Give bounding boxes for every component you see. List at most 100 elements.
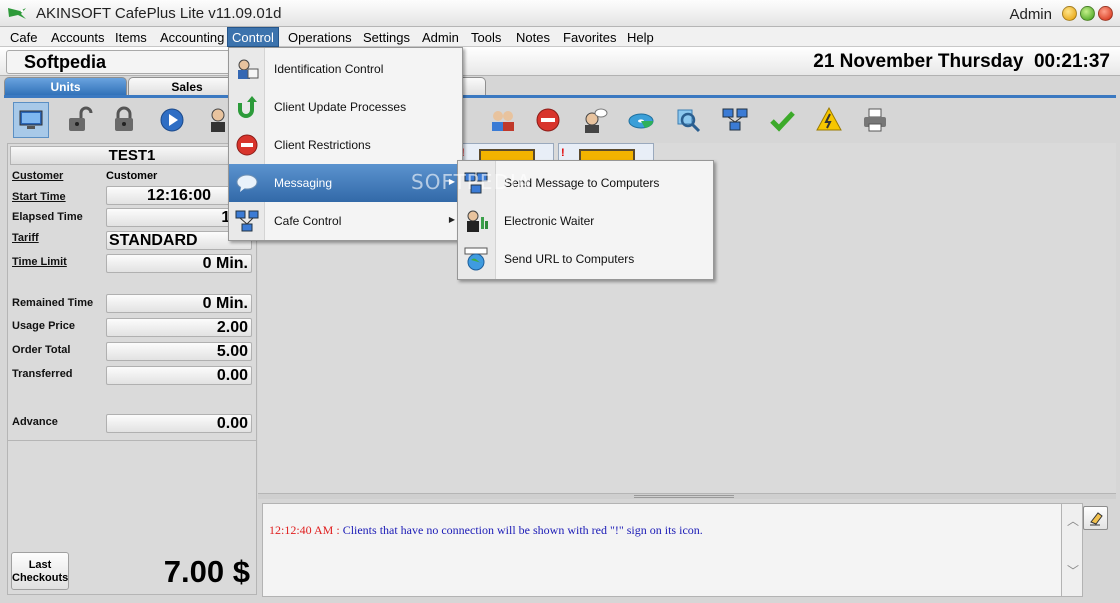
- transferred-value: 0.00: [106, 366, 252, 385]
- menu-item-identification-control[interactable]: Identification Control: [229, 50, 462, 88]
- menu-tools[interactable]: Tools: [467, 29, 505, 46]
- usage-price-label: Usage Price: [12, 320, 75, 332]
- menu-control[interactable]: Control: [227, 27, 279, 47]
- toolbar: [4, 98, 1116, 144]
- order-total-label: Order Total: [12, 344, 71, 356]
- elapsed-time-label: Elapsed Time: [12, 211, 83, 223]
- customer-label[interactable]: Customer: [12, 170, 63, 182]
- panel-divider: [8, 440, 256, 441]
- toolbar-unlock-button[interactable]: [61, 102, 97, 138]
- panel-splitter[interactable]: [258, 493, 1116, 499]
- eraser-icon: [1089, 512, 1103, 526]
- menu-item-client-update[interactable]: Client Update Processes: [229, 88, 462, 126]
- toolbar-power-button[interactable]: [811, 102, 847, 138]
- menu-item-label: Identification Control: [274, 62, 384, 76]
- log-clear-button[interactable]: [1083, 506, 1108, 530]
- menu-bar: Cafe Accounts Items Accounting Control O…: [0, 27, 1120, 47]
- minimize-button[interactable]: [1062, 6, 1077, 21]
- no-connection-mark: !: [561, 147, 565, 159]
- log-scrollbar[interactable]: ︿ ﹀: [1061, 503, 1083, 597]
- network-icon: [235, 210, 259, 232]
- title-bar: AKINSOFT CafePlus Lite v11.09.01d Admin: [0, 0, 1120, 27]
- total-amount: 7.00 $: [163, 554, 250, 589]
- time-limit-label[interactable]: Time Limit: [12, 256, 67, 268]
- menu-favorites[interactable]: Favorites: [559, 29, 620, 46]
- menu-accounts[interactable]: Accounts: [47, 29, 108, 46]
- watermark: SOFTPEDIA: [411, 170, 532, 194]
- start-time-label[interactable]: Start Time: [12, 191, 66, 203]
- tab-units[interactable]: Units: [4, 77, 127, 96]
- monitor-icon: [19, 110, 43, 129]
- toolbar-network-button[interactable]: [717, 102, 753, 138]
- scroll-down-icon[interactable]: ﹀: [1066, 564, 1080, 578]
- unit-tile[interactable]: !: [458, 143, 554, 163]
- submenu-arrow-icon: ▶: [448, 215, 455, 224]
- search-icon: [677, 109, 701, 133]
- unit-name: TEST1: [10, 146, 254, 165]
- customer-value: Customer: [106, 170, 158, 182]
- toolbar-users-button[interactable]: [485, 102, 521, 138]
- splitter-grip[interactable]: [634, 495, 734, 498]
- power-icon: [816, 106, 842, 131]
- toolbar-printer-button[interactable]: [857, 102, 893, 138]
- id-card-icon: [238, 59, 259, 79]
- menu-admin[interactable]: Admin: [418, 29, 463, 46]
- time-limit-value: 0 Min.: [106, 254, 252, 273]
- users-icon: [492, 111, 514, 131]
- menu-item-client-restrictions[interactable]: Client Restrictions: [229, 126, 462, 164]
- menu-cafe[interactable]: Cafe: [6, 29, 41, 46]
- menu-help[interactable]: Help: [623, 29, 658, 46]
- menu-accounting[interactable]: Accounting: [156, 29, 228, 46]
- log-time: 12:12:40 AM :: [269, 523, 340, 537]
- remained-time-label: Remained Time: [12, 297, 94, 309]
- transferred-label: Transferred: [12, 368, 73, 380]
- check-icon: [770, 111, 795, 132]
- stop-icon: [236, 134, 258, 156]
- scroll-up-icon[interactable]: ︿: [1066, 514, 1080, 528]
- unit-tile[interactable]: !: [558, 143, 654, 163]
- control-menu: Identification Control Client Update Pro…: [228, 47, 463, 241]
- menu-items[interactable]: Items: [111, 29, 151, 46]
- menu-item-label: Messaging: [274, 176, 333, 190]
- disc-icon: [628, 113, 654, 129]
- submenu-item-label: Electronic Waiter: [504, 214, 595, 228]
- advance-label: Advance: [12, 416, 58, 428]
- menu-notes[interactable]: Notes: [512, 29, 554, 46]
- toolbar-lock-button[interactable]: [106, 102, 142, 138]
- submenu-item-electronic-waiter[interactable]: Electronic Waiter: [458, 202, 713, 240]
- toolbar-stop-button[interactable]: [530, 102, 566, 138]
- submenu-item-label: Send URL to Computers: [504, 252, 635, 266]
- app-logo-icon: [8, 8, 26, 19]
- last-checkouts-button[interactable]: Last Checkouts: [11, 552, 69, 590]
- toolbar-disc-button[interactable]: [623, 102, 659, 138]
- submenu-item-send-url[interactable]: Send URL to Computers: [458, 240, 713, 278]
- current-user: Admin: [1009, 6, 1052, 23]
- usage-price-value: 2.00: [106, 318, 252, 337]
- update-arrow-icon: [238, 96, 257, 118]
- menu-operations[interactable]: Operations: [284, 29, 356, 46]
- advance-value: 0.00: [106, 414, 252, 433]
- log-entry: 12:12:40 AM : Clients that have no conne…: [269, 523, 703, 538]
- order-total-value: 5.00: [106, 342, 252, 361]
- menu-item-cafe-control[interactable]: Cafe Control ▶: [229, 202, 462, 240]
- menu-settings[interactable]: Settings: [359, 29, 414, 46]
- toolbar-play-button[interactable]: [154, 102, 190, 138]
- printer-icon: [864, 108, 886, 132]
- unit-details-panel: TEST1 Customer Customer Start Time 12:16…: [7, 143, 257, 595]
- person-chat-icon: [585, 108, 608, 133]
- log-panel: 12:12:40 AM : Clients that have no conne…: [262, 503, 1082, 597]
- lock-icon: [115, 106, 133, 131]
- menu-item-label: Client Restrictions: [274, 138, 371, 152]
- maximize-button[interactable]: [1080, 6, 1095, 21]
- toolbar-chat-button[interactable]: [576, 102, 612, 138]
- speech-bubble-icon: [236, 174, 258, 192]
- toolbar-monitor-button[interactable]: [13, 102, 49, 138]
- stop-icon: [536, 108, 560, 132]
- play-icon: [160, 108, 184, 132]
- toolbar-search-button[interactable]: [670, 102, 706, 138]
- close-button[interactable]: [1098, 6, 1113, 21]
- unlock-icon: [69, 106, 93, 131]
- tariff-label[interactable]: Tariff: [12, 232, 39, 244]
- remained-time-value: 0 Min.: [106, 294, 252, 313]
- toolbar-check-button[interactable]: [764, 102, 800, 138]
